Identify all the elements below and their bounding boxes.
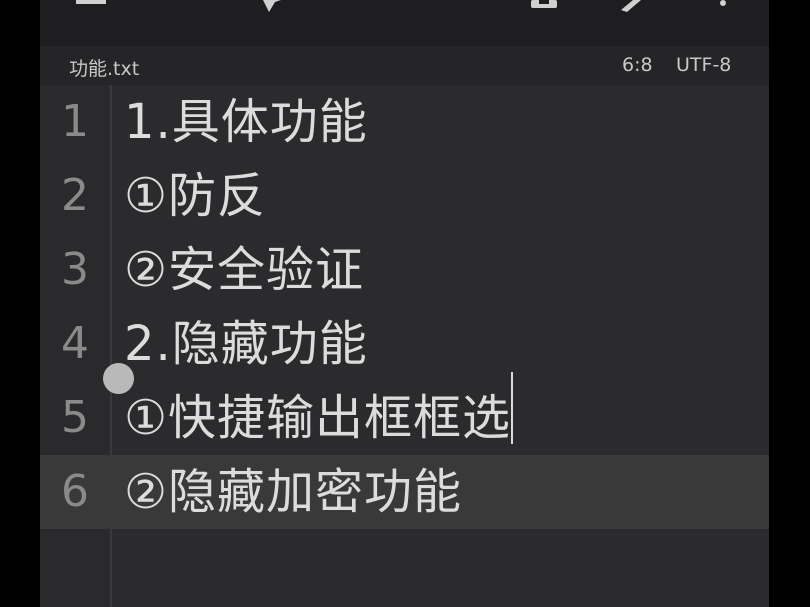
status-bar: 功能.txt 6:8 UTF-8 [40,46,769,85]
line-text[interactable]: ①快捷输出框框选 [124,381,511,455]
editor-line[interactable]: 1 1.具体功能 [40,85,769,159]
editor-line-current[interactable]: 6 ②隐藏加密功能 [40,455,769,529]
line-text[interactable]: 1.具体功能 [124,85,368,159]
line-number: 3 [61,244,89,295]
line-number: 6 [61,466,89,517]
line-number: 4 [61,318,89,369]
edit-icon[interactable] [617,0,647,12]
file-name: 功能.txt [69,58,140,80]
menu-icon[interactable] [74,0,110,10]
editor-screen: 功能.txt 6:8 UTF-8 1 1.具体功能 2 ①防反 3 ②安全验证 … [40,0,769,607]
cursor-position: 6:8 [622,54,653,76]
line-number: 5 [61,392,89,443]
line-number: 1 [61,96,89,147]
line-text[interactable]: 2.隐藏功能 [124,307,368,381]
editor-line[interactable]: 4 2.隐藏功能 [40,307,769,381]
line-text[interactable]: ①防反 [124,159,266,233]
line-text[interactable]: ②隐藏加密功能 [124,455,462,529]
toolbar [40,0,769,46]
save-icon[interactable] [527,0,563,10]
editor-line[interactable]: 5 ①快捷输出框框选 [40,381,769,455]
selection-handle[interactable] [103,363,134,394]
text-caret [511,372,513,444]
more-icon[interactable] [715,0,731,10]
text-editor[interactable]: 1 1.具体功能 2 ①防反 3 ②安全验证 4 2.隐藏功能 5 ①快捷输出框… [40,85,769,607]
editor-line[interactable]: 2 ①防反 [40,159,769,233]
encoding-label[interactable]: UTF-8 [676,54,731,76]
line-text[interactable]: ②安全验证 [124,233,364,307]
line-number: 2 [61,170,89,221]
bookmark-icon[interactable] [255,0,295,14]
editor-line[interactable]: 3 ②安全验证 [40,233,769,307]
